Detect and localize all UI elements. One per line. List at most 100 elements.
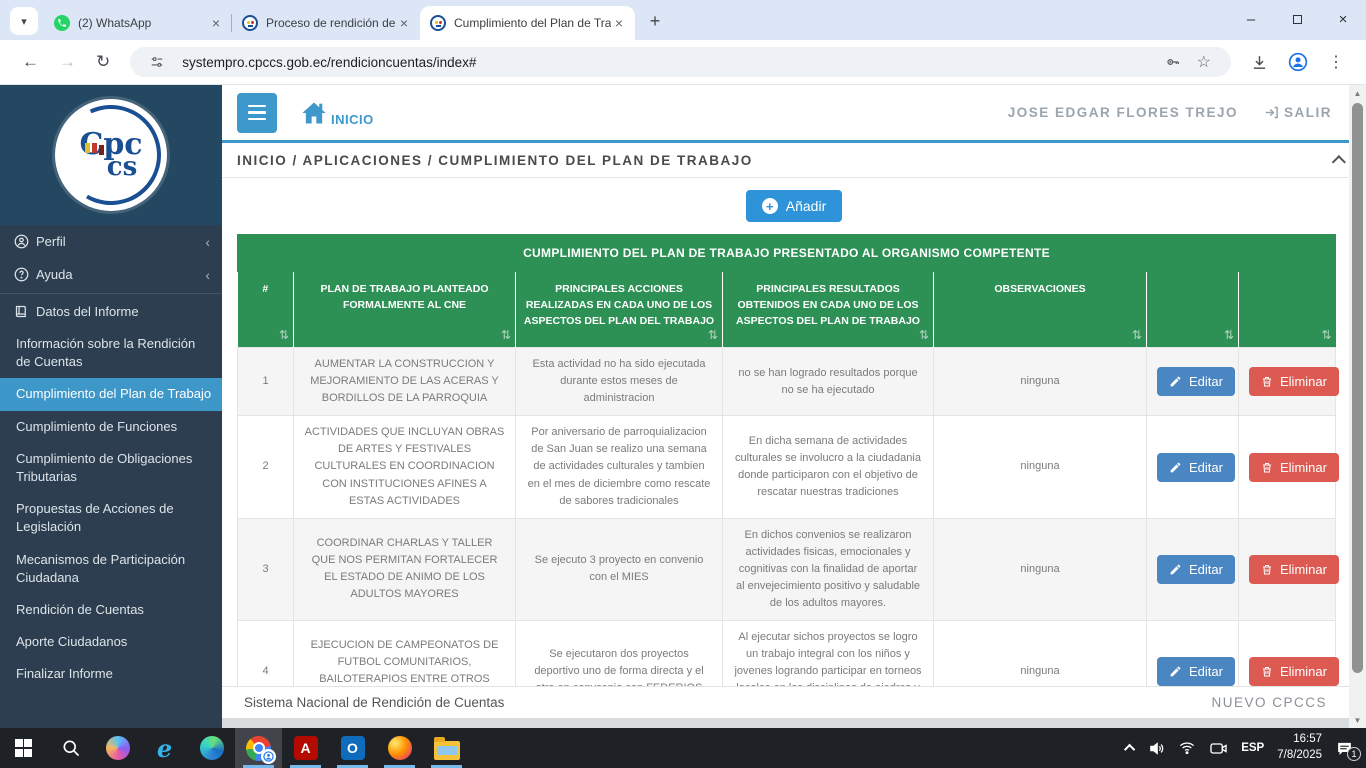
sort-icon[interactable]: ⇅ [1224,326,1234,344]
logout-icon [1264,105,1279,120]
minimize-button[interactable]: – [1228,0,1274,38]
language-indicator[interactable]: ESP [1241,742,1264,754]
sidebar-item-ayuda[interactable]: Ayuda ‹ [0,258,222,291]
site-settings-icon[interactable] [142,55,172,69]
forward-button[interactable]: → [49,52,86,72]
col-resultados[interactable]: PRINCIPALES RESULTADOS OBTENIDOS EN CADA… [723,272,934,348]
date: 7/8/2025 [1277,749,1322,761]
time: 16:57 [1293,733,1322,745]
sidebar-item-mecanismos-participacion[interactable]: Mecanismos de Participación Ciudadana [0,544,222,594]
sort-icon[interactable]: ⇅ [919,326,929,344]
sidebar-item-cumplimiento-plan[interactable]: Cumplimiento del Plan de Trabajo [0,378,222,410]
logout-link[interactable]: SALIR [1264,105,1332,120]
taskbar-copilot-button[interactable] [94,728,141,768]
col-plan[interactable]: PLAN DE TRABAJO PLANTEADO FORMALMENTE AL… [294,272,516,348]
sidebar-item-informacion-rendicion[interactable]: Información sobre la Rendición de Cuenta… [0,328,222,378]
tray-chevron-icon[interactable] [1124,744,1135,755]
start-button[interactable] [0,728,47,768]
delete-button[interactable]: Eliminar [1249,657,1339,686]
cell-observaciones: ninguna [934,348,1147,416]
chevron-left-icon: ‹ [205,234,210,250]
sidebar-item-finalizar-informe[interactable]: Finalizar Informe [0,658,222,690]
taskbar-firefox-button[interactable] [376,728,423,768]
scroll-down-arrow[interactable]: ▼ [1349,712,1366,728]
breadcrumb: INICIO / APLICACIONES / CUMPLIMIENTO DEL… [237,153,753,168]
new-tab-button[interactable]: + [641,7,669,35]
cell-resultados: no se han logrado resultados porque no s… [723,348,934,416]
outlook-icon: O [341,736,365,760]
sort-icon[interactable]: ⇅ [708,326,718,344]
search-icon [61,738,81,758]
password-key-icon[interactable] [1157,54,1189,70]
scrollbar[interactable]: ▲ ▼ [1349,85,1366,728]
meet-now-icon[interactable] [1209,741,1228,756]
taskbar-search-button[interactable] [47,728,94,768]
logo-area: Cpccs [0,85,222,225]
sidebar-item-rendicion-cuentas[interactable]: Rendición de Cuentas [0,594,222,626]
address-bar[interactable]: systempro.cpccs.gob.ec/rendicioncuentas/… [130,47,1231,77]
close-icon[interactable]: × [208,15,224,31]
collapse-chevron-icon[interactable] [1332,155,1346,169]
sort-icon[interactable]: ⇅ [279,326,289,344]
edit-button[interactable]: Editar [1157,555,1235,584]
scroll-up-arrow[interactable]: ▲ [1349,85,1366,101]
hamburger-menu-button[interactable] [237,93,277,133]
trash-icon [1261,665,1273,678]
menu-kebab-icon[interactable]: ⋮ [1318,52,1354,72]
close-icon[interactable]: × [611,15,627,31]
col-editar[interactable]: ⇅ [1147,272,1239,348]
col-eliminar[interactable]: ⇅ [1239,272,1336,348]
sidebar-item-aporte-ciudadanos[interactable]: Aporte Ciudadanos [0,626,222,658]
sort-icon[interactable]: ⇅ [1321,326,1331,344]
add-button[interactable]: + Añadir [746,190,842,222]
volume-icon[interactable] [1148,740,1165,757]
close-icon[interactable]: × [396,15,412,31]
sidebar-section-datos[interactable]: Datos del Informe [0,294,222,328]
scrollbar-thumb[interactable] [1352,103,1363,673]
taskbar-edge-button[interactable] [188,728,235,768]
tab-proceso-rendicion[interactable]: Proceso de rendición de cuenta × [232,6,420,40]
delete-button[interactable]: Eliminar [1249,453,1339,482]
taskbar-ie-button[interactable]: e [141,728,188,768]
sort-icon[interactable]: ⇅ [1132,326,1142,344]
tab-cumplimiento-plan[interactable]: Cumplimiento del Plan de Traba × [420,6,635,40]
edit-button[interactable]: Editar [1157,657,1235,686]
col-num[interactable]: #⇅ [238,272,294,348]
edit-button[interactable]: Editar [1157,367,1235,396]
actions-row: + Añadir [222,178,1366,234]
taskbar-outlook-button[interactable]: O [329,728,376,768]
profile-avatar[interactable] [1278,52,1318,72]
taskbar-chrome-button[interactable] [235,728,282,768]
table-row: 2 ACTIVIDADES QUE INCLUYAN OBRAS DE ARTE… [238,416,1336,518]
download-icon[interactable] [1241,54,1278,71]
delete-button[interactable]: Eliminar [1249,367,1339,396]
footer-system-name: Sistema Nacional de Rendición de Cuentas [244,695,504,710]
reload-button[interactable]: ↻ [86,52,120,72]
back-button[interactable]: ← [12,52,49,72]
taskbar-explorer-button[interactable] [423,728,470,768]
delete-button[interactable]: Eliminar [1249,555,1339,584]
edit-button[interactable]: Editar [1157,453,1235,482]
notifications-button[interactable]: 1 [1335,740,1354,757]
home-link[interactable]: INICIO [299,99,374,127]
table-row: 3 COORDINAR CHARLAS Y TALLER QUE NOS PER… [238,518,1336,620]
sidebar-item-propuestas-legislacion[interactable]: Propuestas de Acciones de Legislación [0,493,222,543]
col-observaciones[interactable]: OBSERVACIONES⇅ [934,272,1147,348]
footer-brand: NUEVO CPCCS [1211,695,1327,710]
restore-button[interactable] [1274,0,1320,38]
bookmark-star-icon[interactable]: ☆ [1189,52,1219,72]
col-acciones[interactable]: PRINCIPALES ACCIONES REALIZADAS EN CADA … [516,272,723,348]
cell-num: 2 [238,416,294,518]
tab-search-button[interactable]: ▾ [10,7,38,35]
taskbar-acrobat-button[interactable]: A [282,728,329,768]
wifi-icon[interactable] [1178,740,1196,756]
close-window-button[interactable]: × [1320,0,1366,38]
edge-icon [200,736,224,760]
sort-icon[interactable]: ⇅ [501,326,511,344]
sidebar-item-perfil[interactable]: Perfil ‹ [0,225,222,258]
sidebar-item-obligaciones-tributarias[interactable]: Cumplimiento de Obligaciones Tributarias [0,443,222,493]
tab-whatsapp[interactable]: (2) WhatsApp × [44,6,232,40]
clock[interactable]: 16:57 7/8/2025 [1277,732,1322,763]
sidebar-item-cumplimiento-funciones[interactable]: Cumplimiento de Funciones [0,411,222,443]
url-text[interactable]: systempro.cpccs.gob.ec/rendicioncuentas/… [182,55,1156,70]
